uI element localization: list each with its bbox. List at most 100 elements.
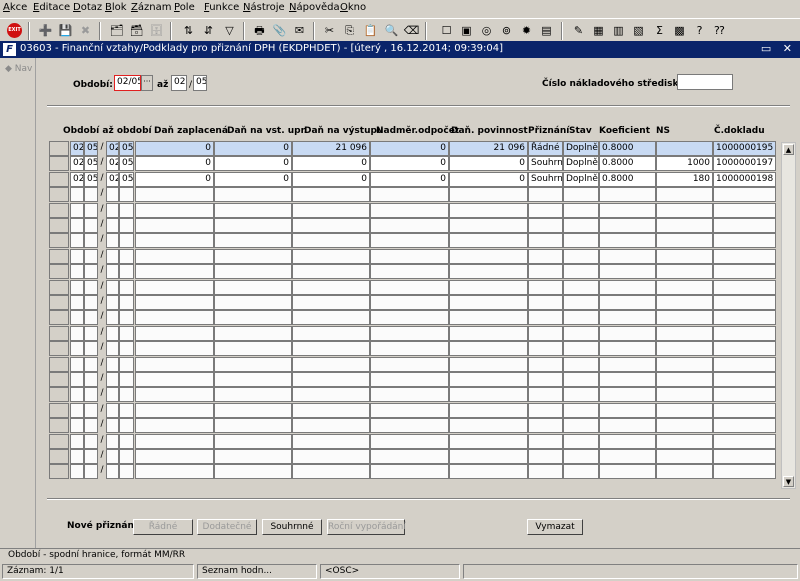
cell-to-month[interactable] (106, 248, 119, 264)
cell-output-tax[interactable] (292, 279, 370, 295)
cell-doc-no[interactable] (713, 218, 776, 233)
clear-icon[interactable]: ⌫ (403, 22, 420, 39)
enter-query-icon[interactable]: 🗂 (108, 22, 125, 39)
cell-ns[interactable] (656, 341, 713, 357)
cell-output-tax[interactable] (292, 433, 370, 449)
cell-return-type[interactable] (528, 218, 563, 233)
cell-output-tax[interactable]: 0 (292, 156, 370, 172)
cancel-query-icon[interactable]: 🗄 (148, 22, 165, 39)
cell-paid-tax[interactable] (135, 248, 214, 264)
cell-paid-tax[interactable] (135, 325, 214, 341)
cell-paid-tax[interactable] (135, 387, 214, 403)
cell-state[interactable] (563, 218, 599, 233)
row-indicator[interactable] (49, 218, 69, 233)
cell-paid-tax[interactable] (135, 295, 214, 310)
cell-to-month[interactable] (106, 325, 119, 341)
cell-from-month[interactable] (70, 387, 84, 403)
cell-ns[interactable] (656, 402, 713, 418)
cell-to-month[interactable] (106, 218, 119, 233)
cell-to-year[interactable] (119, 449, 134, 464)
cell-paid-tax[interactable]: 0 (135, 156, 214, 172)
cell-state[interactable]: Doplněn (563, 171, 599, 187)
cell-coefficient[interactable] (599, 325, 656, 341)
cell-from-year[interactable]: 05 (84, 171, 98, 187)
edit-icon[interactable]: ✎ (570, 22, 587, 39)
cell-from-year[interactable] (84, 356, 98, 372)
mail-icon[interactable]: ✉ (291, 22, 308, 39)
cell-from-year[interactable] (84, 387, 98, 403)
cell-state[interactable] (563, 264, 599, 280)
cell-from-year[interactable]: 05 (84, 141, 98, 156)
cell-output-tax[interactable] (292, 248, 370, 264)
cell-doc-no[interactable] (713, 187, 776, 203)
cell-coefficient[interactable] (599, 187, 656, 203)
cell-doc-no[interactable]: 1000000198 (713, 171, 776, 187)
scroll-up-icon[interactable]: ▲ (783, 144, 794, 155)
menu-item[interactable]: Blok (105, 2, 127, 13)
cell-coefficient[interactable]: 0.8000 (599, 156, 656, 172)
table-row[interactable]: / (49, 233, 776, 249)
cell-state[interactable] (563, 325, 599, 341)
cell-to-month[interactable] (106, 372, 119, 387)
find-icon[interactable]: 🔍 (383, 22, 400, 39)
cell-from-year[interactable] (84, 433, 98, 449)
calculator-icon[interactable]: ▩ (671, 22, 688, 39)
cell-coefficient[interactable] (599, 387, 656, 403)
cell-ns[interactable] (656, 218, 713, 233)
menu-item[interactable]: Editace (33, 2, 70, 13)
cell-paid-tax[interactable] (135, 279, 214, 295)
cell-to-month[interactable] (106, 402, 119, 418)
cell-state[interactable]: Doplněn (563, 141, 599, 156)
row-indicator[interactable] (49, 449, 69, 464)
cell-doc-no[interactable]: 1000000197 (713, 156, 776, 172)
cell-state[interactable] (563, 310, 599, 326)
cell-from-month[interactable] (70, 341, 84, 357)
cell-paid-tax[interactable] (135, 310, 214, 326)
help-icon[interactable]: ? (691, 22, 708, 39)
cell-doc-no[interactable]: 1000000195 (713, 141, 776, 156)
cell-excess-deduction[interactable] (370, 387, 449, 403)
cell-tax-liability[interactable]: 21 096 (449, 141, 528, 156)
cell-excess-deduction[interactable] (370, 464, 449, 480)
cell-return-type[interactable] (528, 233, 563, 249)
period-to-year-input[interactable]: 05 (193, 75, 207, 91)
cell-input-tax[interactable]: 0 (214, 171, 292, 187)
cell-doc-no[interactable] (713, 233, 776, 249)
cell-tax-liability[interactable] (449, 202, 528, 218)
cell-output-tax[interactable] (292, 233, 370, 249)
cell-doc-no[interactable] (713, 387, 776, 403)
cell-return-type[interactable] (528, 449, 563, 464)
cell-from-year[interactable] (84, 449, 98, 464)
cell-tax-liability[interactable] (449, 464, 528, 480)
cell-state[interactable]: Doplněn (563, 156, 599, 172)
cell-excess-deduction[interactable] (370, 295, 449, 310)
copy-icon[interactable]: ⎘ (341, 22, 358, 39)
supplementary-return-button[interactable]: Dodatečné (197, 519, 257, 535)
cell-excess-deduction[interactable] (370, 433, 449, 449)
cell-doc-no[interactable] (713, 418, 776, 434)
globe-icon[interactable]: ◎ (478, 22, 495, 39)
cell-excess-deduction[interactable]: 0 (370, 156, 449, 172)
table-row[interactable]: / (49, 402, 776, 418)
menu-item[interactable]: Dotaz (73, 2, 102, 13)
cell-excess-deduction[interactable] (370, 248, 449, 264)
row-indicator[interactable] (49, 372, 69, 387)
excel-icon[interactable]: ▧ (630, 22, 647, 39)
cell-input-tax[interactable] (214, 433, 292, 449)
cell-doc-no[interactable] (713, 310, 776, 326)
table-row[interactable]: / (49, 248, 776, 264)
cell-doc-no[interactable] (713, 464, 776, 480)
cell-return-type[interactable]: Souhrnn (528, 156, 563, 172)
cell-coefficient[interactable] (599, 233, 656, 249)
cell-state[interactable] (563, 449, 599, 464)
cell-tax-liability[interactable] (449, 295, 528, 310)
cell-tax-liability[interactable] (449, 372, 528, 387)
cell-state[interactable] (563, 248, 599, 264)
cell-coefficient[interactable] (599, 295, 656, 310)
cell-ns[interactable] (656, 433, 713, 449)
cell-coefficient[interactable] (599, 264, 656, 280)
cell-tax-liability[interactable] (449, 248, 528, 264)
cell-excess-deduction[interactable]: 0 (370, 141, 449, 156)
cell-from-month[interactable] (70, 295, 84, 310)
cell-ns[interactable] (656, 279, 713, 295)
